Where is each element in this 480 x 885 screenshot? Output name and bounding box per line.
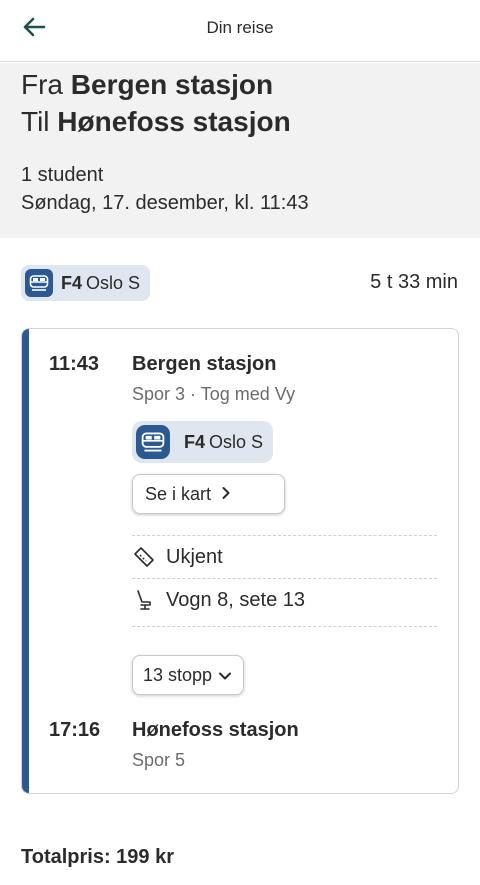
leg-line-destination: Oslo S — [209, 431, 264, 452]
seat-info: Vogn 8, sete 13 — [166, 588, 306, 611]
route-from: Fra Bergen stasjon — [21, 69, 273, 101]
line-code: F4 — [61, 272, 83, 293]
route-to: Til Hønefoss stasjon — [21, 106, 291, 138]
departure-station: Bergen stasjon — [132, 353, 277, 375]
total-price: Totalpris: 199 kr — [21, 846, 175, 868]
leg-card: 11:43 Bergen stasjon Spor 3 · Tog med Vy… — [21, 328, 459, 794]
line-chip: F4 Oslo S — [21, 265, 151, 301]
top-bar: Din reise — [0, 0, 480, 62]
seat-row: Vogn 8, sete 13 — [132, 578, 437, 621]
ticket-icon — [132, 545, 156, 569]
departure-datetime: Søndag, 17. desember, kl. 11:43 — [21, 192, 309, 214]
stops-label: 13 stopp — [143, 664, 213, 685]
stops-toggle-button[interactable]: 13 stopp — [132, 655, 244, 695]
line-destination: Oslo S — [86, 272, 141, 293]
ticket-status-row: Ukjent — [132, 535, 437, 578]
trip-summary: Fra Bergen stasjon Til Hønefoss stasjon … — [0, 63, 480, 238]
arrival-details: Spor 5 — [132, 750, 186, 770]
ticket-status: Ukjent — [166, 545, 223, 568]
train-icon — [136, 425, 170, 459]
see-map-button[interactable]: Se i kart — [132, 474, 285, 514]
arrival-time: 17:16 — [49, 719, 101, 741]
route-to-station: Hønefoss stasjon — [57, 106, 291, 137]
leg-accent-bar — [22, 329, 29, 793]
route-to-prefix: Til — [21, 106, 50, 137]
seat-icon — [132, 588, 156, 612]
train-icon — [25, 269, 53, 297]
passenger-info: 1 student — [21, 164, 104, 186]
arrival-station: Hønefoss stasjon — [132, 719, 299, 741]
chevron-right-icon — [221, 484, 231, 505]
route-from-prefix: Fra — [21, 69, 63, 100]
departure-details: Spor 3 · Tog med Vy — [132, 384, 296, 404]
page-title: Din reise — [206, 18, 274, 37]
route-from-station: Bergen stasjon — [70, 69, 274, 100]
chevron-down-icon — [218, 665, 232, 686]
see-map-label: Se i kart — [145, 483, 212, 504]
departure-time: 11:43 — [49, 353, 100, 375]
leg-line-chip: F4 Oslo S — [132, 421, 274, 463]
leg-line-code: F4 — [184, 431, 206, 452]
divider — [132, 626, 437, 627]
trip-duration: 5 t 33 min — [370, 271, 458, 293]
